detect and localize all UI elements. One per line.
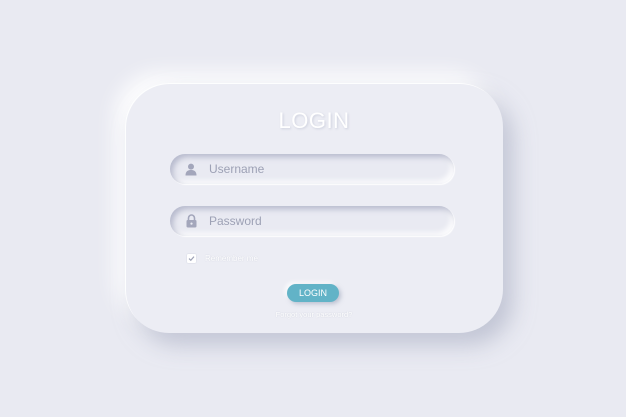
password-field[interactable] — [170, 206, 454, 236]
login-card: LOGIN Remember me LOGIN Forgot yo — [125, 83, 503, 333]
forgot-password-link[interactable]: Forgot your password? — [125, 310, 503, 319]
user-icon — [183, 161, 199, 177]
login-title: LOGIN — [278, 108, 350, 133]
remember-me-checkbox[interactable] — [187, 254, 196, 263]
username-input[interactable] — [209, 162, 429, 176]
username-field[interactable] — [170, 154, 454, 184]
password-input[interactable] — [209, 214, 429, 228]
login-button[interactable]: LOGIN — [287, 284, 339, 302]
remember-me[interactable]: Remember me — [187, 254, 258, 263]
check-icon — [188, 256, 195, 262]
lock-icon — [183, 213, 199, 229]
remember-me-label: Remember me — [205, 254, 258, 263]
